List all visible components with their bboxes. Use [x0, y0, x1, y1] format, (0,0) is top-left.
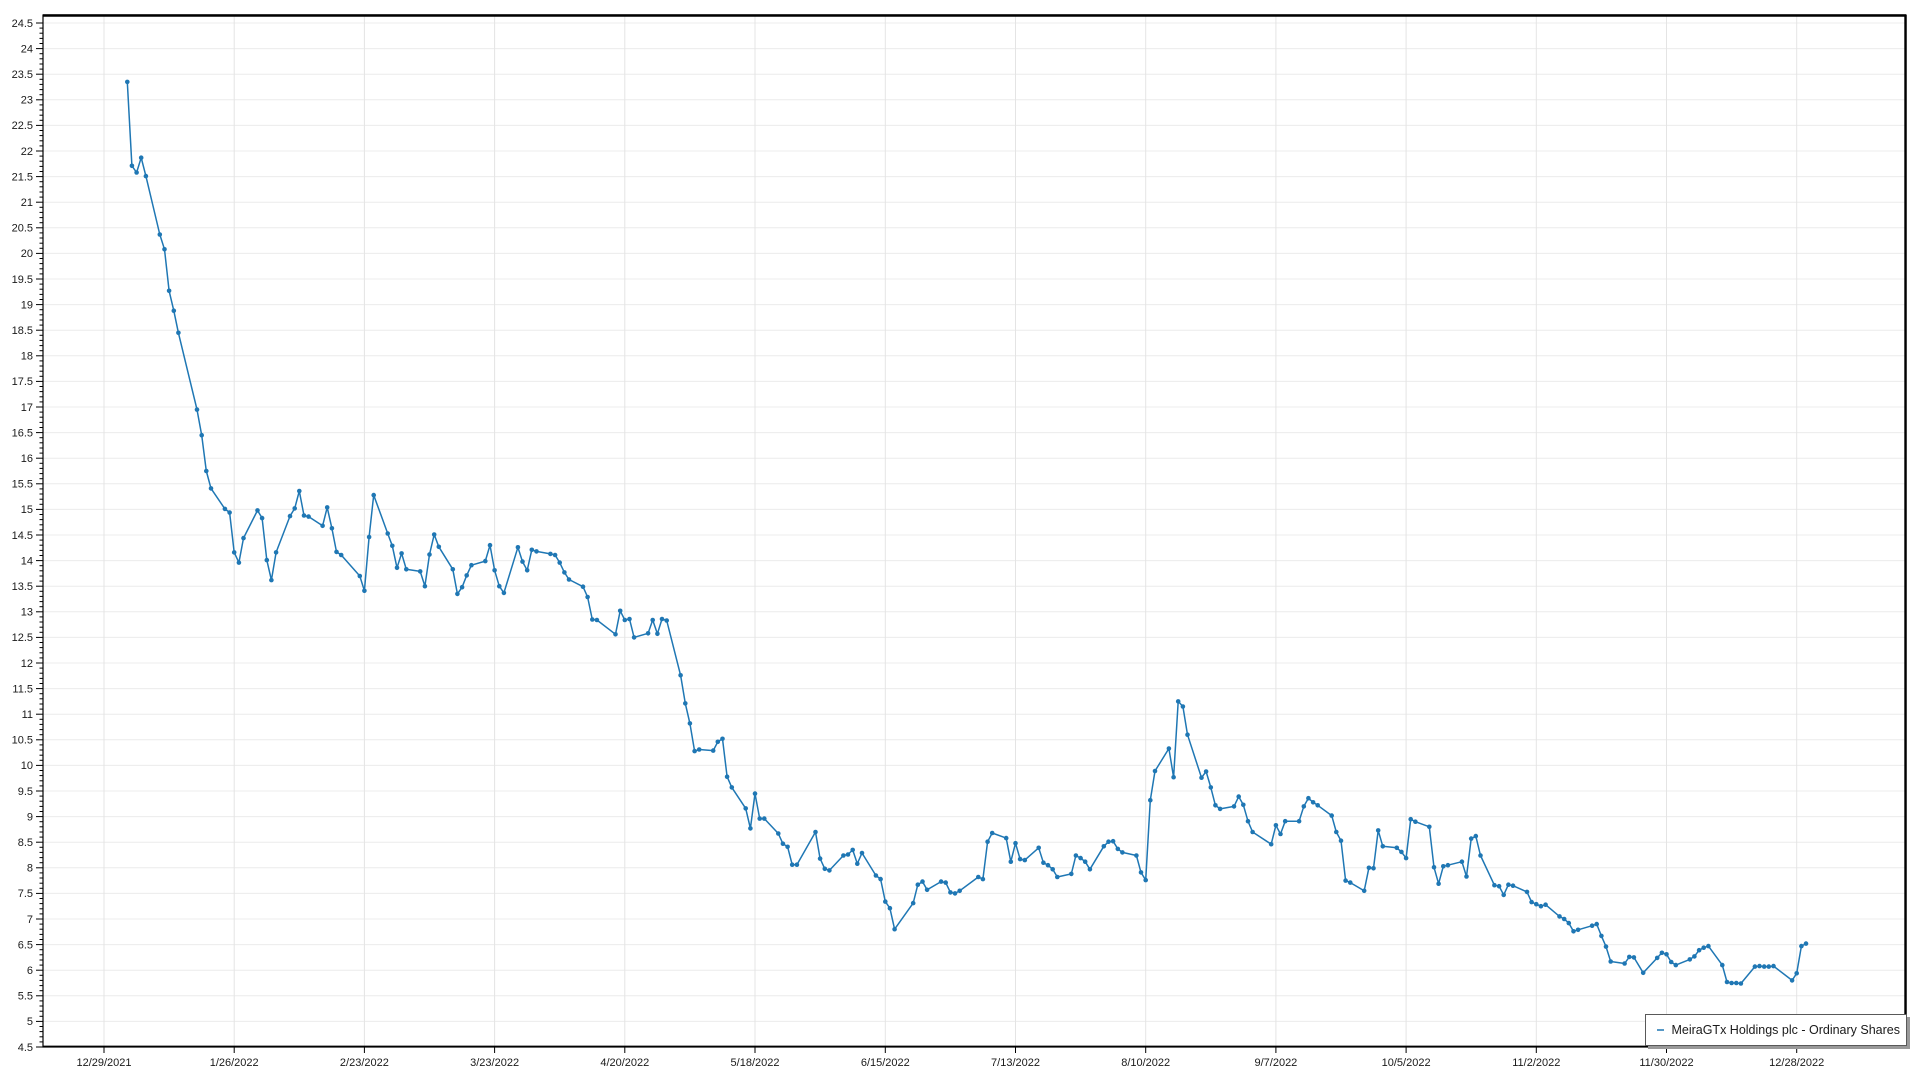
svg-text:19.5: 19.5	[12, 274, 33, 286]
horizontal-gridlines	[43, 23, 1906, 1047]
svg-text:4/20/2022: 4/20/2022	[600, 1057, 649, 1069]
svg-text:15: 15	[21, 504, 33, 516]
svg-text:20.5: 20.5	[12, 223, 33, 235]
svg-text:23: 23	[21, 95, 33, 107]
svg-text:10/5/2022: 10/5/2022	[1382, 1057, 1431, 1069]
svg-text:8.5: 8.5	[18, 837, 33, 849]
svg-text:3/23/2022: 3/23/2022	[470, 1057, 519, 1069]
svg-text:24.5: 24.5	[12, 18, 33, 30]
svg-text:12: 12	[21, 658, 33, 670]
svg-text:8: 8	[27, 863, 33, 875]
legend: MeiraGTx Holdings plc - Ordinary Shares	[1645, 1014, 1907, 1046]
svg-text:11.5: 11.5	[12, 683, 33, 695]
svg-text:22: 22	[21, 146, 33, 158]
svg-text:5/18/2022: 5/18/2022	[731, 1057, 780, 1069]
svg-text:7/13/2022: 7/13/2022	[991, 1057, 1040, 1069]
y-axis: 24.5 24 23.5 23 22.5 22 21.5 21 20.5 20 19.5 19 18.5…	[12, 18, 43, 1054]
svg-text:21: 21	[21, 197, 33, 209]
svg-text:23.5: 23.5	[12, 69, 33, 81]
x-axis: 12/29/2021 1/26/2022 2/23/2022 3/23/2022 4/2…	[76, 1047, 1824, 1069]
svg-text:11/2/2022: 11/2/2022	[1512, 1057, 1560, 1069]
svg-text:18.5: 18.5	[12, 325, 33, 337]
svg-text:19: 19	[21, 299, 33, 311]
svg-text:5.5: 5.5	[18, 991, 33, 1003]
svg-text:10: 10	[21, 760, 33, 772]
svg-text:17: 17	[21, 402, 33, 414]
svg-text:14.5: 14.5	[12, 530, 33, 542]
legend-series-label: MeiraGTx Holdings plc - Ordinary Shares	[1671, 1023, 1900, 1037]
legend-series-marker-icon	[1655, 1024, 1664, 1036]
svg-text:10.5: 10.5	[12, 735, 33, 747]
svg-text:12/29/2021: 12/29/2021	[76, 1057, 131, 1069]
svg-text:7: 7	[27, 914, 33, 926]
svg-text:7.5: 7.5	[18, 888, 33, 900]
price-chart: 24.5 24 23.5 23 22.5 22 21.5 21 20.5 20 19.5 19 18.5…	[0, 0, 1920, 1080]
svg-text:18: 18	[21, 351, 33, 363]
svg-text:5: 5	[27, 1016, 33, 1028]
svg-text:8/10/2022: 8/10/2022	[1121, 1057, 1170, 1069]
svg-text:9: 9	[27, 811, 33, 823]
svg-text:22.5: 22.5	[12, 120, 33, 132]
svg-text:16: 16	[21, 453, 33, 465]
svg-text:6/15/2022: 6/15/2022	[861, 1057, 910, 1069]
svg-text:12.5: 12.5	[12, 632, 33, 644]
svg-text:11: 11	[22, 709, 33, 721]
svg-text:24: 24	[21, 43, 33, 55]
svg-text:17.5: 17.5	[12, 376, 33, 388]
svg-text:6: 6	[27, 965, 33, 977]
svg-text:2/23/2022: 2/23/2022	[340, 1057, 389, 1069]
series-line	[125, 80, 1808, 986]
svg-text:11/30/2022: 11/30/2022	[1639, 1057, 1693, 1069]
svg-text:13.5: 13.5	[12, 581, 33, 593]
svg-text:21.5: 21.5	[12, 171, 33, 183]
svg-text:13: 13	[21, 607, 33, 619]
svg-text:14: 14	[21, 555, 33, 567]
svg-text:9.5: 9.5	[18, 786, 33, 798]
svg-text:1/26/2022: 1/26/2022	[210, 1057, 259, 1069]
plot-border	[43, 15, 1906, 1047]
svg-text:9/7/2022: 9/7/2022	[1254, 1057, 1297, 1069]
svg-text:16.5: 16.5	[12, 427, 33, 439]
svg-text:12/28/2022: 12/28/2022	[1769, 1057, 1824, 1069]
chart-page: 24.5 24 23.5 23 22.5 22 21.5 21 20.5 20 19.5 19 18.5…	[0, 0, 1920, 1080]
svg-text:4.5: 4.5	[18, 1042, 33, 1054]
svg-text:20: 20	[21, 248, 33, 260]
svg-text:15.5: 15.5	[12, 479, 33, 491]
svg-text:6.5: 6.5	[18, 939, 33, 951]
